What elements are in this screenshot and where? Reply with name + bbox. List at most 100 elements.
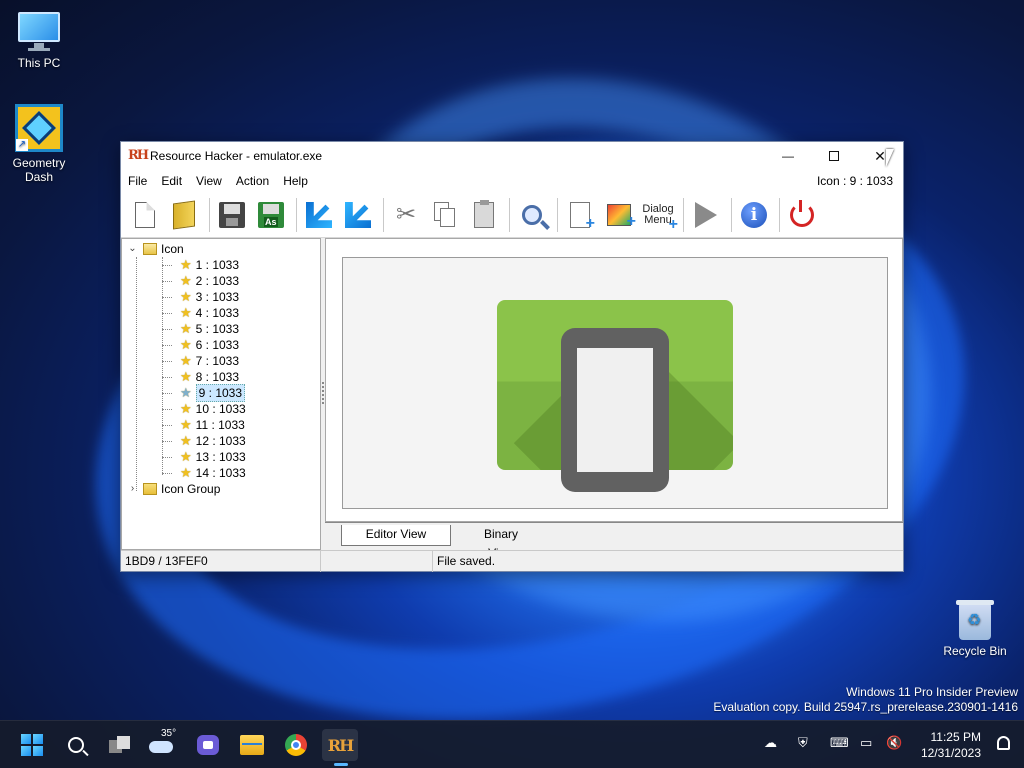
exit-button[interactable] bbox=[784, 197, 820, 233]
menu-help[interactable]: Help bbox=[276, 174, 315, 188]
tree-node-icon[interactable]: ⌄ Icon bbox=[128, 241, 184, 257]
menu-file[interactable]: File bbox=[121, 174, 154, 188]
tree-item-icon-resource[interactable]: ★ 11 : 1033 bbox=[162, 417, 245, 433]
notification-bell-icon[interactable] bbox=[997, 736, 1010, 750]
menu-edit[interactable]: Edit bbox=[154, 174, 189, 188]
tree-item-icon-resource[interactable]: ★ 10 : 1033 bbox=[162, 401, 246, 417]
dialog-label: Dialog bbox=[642, 202, 674, 215]
tree-connector bbox=[162, 313, 172, 314]
save-button[interactable] bbox=[214, 197, 250, 233]
tab-binary-view[interactable]: Binary View bbox=[451, 525, 551, 560]
desktop-icon-label: Geometry Dash bbox=[12, 156, 66, 184]
tree-item-icon-resource[interactable]: ★ 14 : 1033 bbox=[162, 465, 246, 481]
tree-item-label: 9 : 1033 bbox=[195, 384, 246, 402]
desktop-icon-recycle-bin[interactable]: ♻ Recycle Bin bbox=[939, 598, 1011, 658]
tree-connector bbox=[162, 329, 172, 330]
tree-connector bbox=[136, 257, 137, 491]
status-message: File saved. bbox=[437, 554, 496, 568]
resource-tree[interactable]: ⌄ Icon ★ 1 : 1033 ★ 2 : 1033 ★ 3 : 1033 ★ 4 : 1… bbox=[121, 238, 321, 550]
window-title: Resource Hacker - emulator.exe bbox=[150, 149, 323, 163]
tree-item-icon-resource[interactable]: ★ 2 : 1033 bbox=[162, 273, 239, 289]
tab-editor-view[interactable]: Editor View bbox=[341, 525, 451, 546]
tree-item-icon-resource[interactable]: ★ 12 : 1033 bbox=[162, 433, 246, 449]
system-clock[interactable]: 11:25 PM 12/31/2023 bbox=[921, 729, 981, 761]
resource-hacker-window: RH Resource Hacker - emulator.exe — ✕ Fi… bbox=[120, 141, 904, 572]
collapse-chevron-icon[interactable]: ⌄ bbox=[128, 241, 137, 257]
maximize-button[interactable] bbox=[811, 142, 857, 170]
tree-item-label: 12 : 1033 bbox=[195, 434, 246, 448]
cut-button[interactable]: ✂ bbox=[388, 197, 424, 233]
tree-item-icon-resource[interactable]: ★ 3 : 1033 bbox=[162, 289, 239, 305]
paste-button[interactable] bbox=[466, 197, 502, 233]
star-icon: ★ bbox=[180, 417, 192, 432]
close-button[interactable]: ✕ bbox=[857, 142, 903, 170]
windows-logo-icon bbox=[21, 734, 43, 756]
minimize-button[interactable]: — bbox=[765, 142, 811, 170]
phone-device-icon bbox=[561, 328, 669, 492]
tree-item-label: 10 : 1033 bbox=[195, 402, 246, 416]
chrome-button[interactable] bbox=[278, 729, 314, 761]
tree-item-icon-resource[interactable]: ★ 4 : 1033 bbox=[162, 305, 240, 321]
star-icon: ★ bbox=[180, 449, 192, 464]
volume-muted-icon[interactable]: 🔇 bbox=[886, 735, 902, 751]
compile-script-button[interactable] bbox=[688, 197, 724, 233]
about-button[interactable]: i bbox=[736, 197, 772, 233]
play-icon bbox=[695, 201, 717, 228]
desktop-icon-label: This PC bbox=[17, 56, 61, 70]
start-button[interactable] bbox=[14, 729, 50, 761]
teams-chat-button[interactable] bbox=[190, 729, 226, 761]
tree-item-icon-resource[interactable]: ★ 6 : 1033 bbox=[162, 337, 239, 353]
resource-hacker-taskbar-button[interactable]: RH bbox=[322, 729, 358, 761]
tree-item-icon-resource[interactable]: ★ 1 : 1033 bbox=[162, 257, 239, 273]
computer-icon bbox=[18, 10, 60, 52]
export-arrow-icon bbox=[345, 202, 371, 228]
tree-connector bbox=[162, 441, 172, 442]
editor-view-pane bbox=[325, 238, 903, 522]
open-folder-icon bbox=[173, 199, 195, 230]
title-bar[interactable]: RH Resource Hacker - emulator.exe — ✕ bbox=[121, 142, 903, 170]
widgets-button[interactable]: 35° bbox=[146, 728, 182, 761]
clock-time: 11:25 PM bbox=[930, 730, 981, 744]
star-icon: ★ bbox=[180, 337, 192, 352]
tree-node-icon-group[interactable]: › Icon Group bbox=[128, 481, 221, 497]
expand-chevron-icon[interactable]: › bbox=[128, 481, 137, 497]
file-explorer-button[interactable] bbox=[234, 729, 270, 761]
tree-node-label: Icon bbox=[161, 242, 184, 256]
export-button[interactable] bbox=[340, 197, 376, 233]
open-file-button[interactable] bbox=[166, 197, 202, 233]
add-image-resource-button[interactable]: + bbox=[601, 197, 637, 233]
keyboard-icon[interactable]: ⌨ bbox=[830, 735, 849, 751]
tree-item-label: 14 : 1033 bbox=[195, 466, 246, 480]
security-shield-icon[interactable]: ⛨ bbox=[798, 735, 808, 751]
task-view-button[interactable] bbox=[102, 729, 138, 761]
recycle-bin-icon: ♻ bbox=[956, 598, 994, 640]
tree-item-label: 5 : 1033 bbox=[195, 322, 240, 336]
tree-item-label: 4 : 1033 bbox=[195, 306, 240, 320]
geometry-dash-icon: ↗ bbox=[15, 104, 63, 152]
copy-button[interactable] bbox=[427, 197, 463, 233]
menu-action[interactable]: Action bbox=[229, 174, 276, 188]
tree-item-label: 8 : 1033 bbox=[195, 370, 240, 384]
new-file-button[interactable] bbox=[127, 197, 163, 233]
dialog-merger-button[interactable]: Dialog Menu + bbox=[640, 197, 678, 233]
desktop-icon-this-pc[interactable]: This PC bbox=[3, 10, 75, 70]
tree-connector bbox=[162, 361, 172, 362]
tree-connector bbox=[162, 393, 172, 394]
network-icon[interactable]: ▭ bbox=[860, 735, 872, 751]
find-button[interactable] bbox=[514, 197, 550, 233]
tree-item-icon-resource[interactable]: ★ 9 : 1033 bbox=[162, 384, 246, 402]
tree-item-icon-resource[interactable]: ★ 7 : 1033 bbox=[162, 353, 239, 369]
add-blank-resource-button[interactable]: + bbox=[562, 197, 598, 233]
onedrive-offline-icon[interactable]: ☁ bbox=[764, 735, 777, 751]
desktop-icon-geometry-dash[interactable]: ↗ Geometry Dash bbox=[3, 104, 75, 184]
tree-item-icon-resource[interactable]: ★ 13 : 1033 bbox=[162, 449, 246, 465]
menu-view[interactable]: View bbox=[189, 174, 229, 188]
tree-item-icon-resource[interactable]: ★ 5 : 1033 bbox=[162, 321, 240, 337]
close-icon: ✕ bbox=[874, 147, 886, 164]
tree-item-icon-resource[interactable]: ★ 8 : 1033 bbox=[162, 369, 240, 385]
search-button[interactable] bbox=[58, 729, 94, 761]
save-as-button[interactable]: As bbox=[253, 197, 289, 233]
import-button[interactable] bbox=[301, 197, 337, 233]
maximize-icon bbox=[829, 151, 839, 161]
image-resource-icon: + bbox=[607, 203, 636, 229]
